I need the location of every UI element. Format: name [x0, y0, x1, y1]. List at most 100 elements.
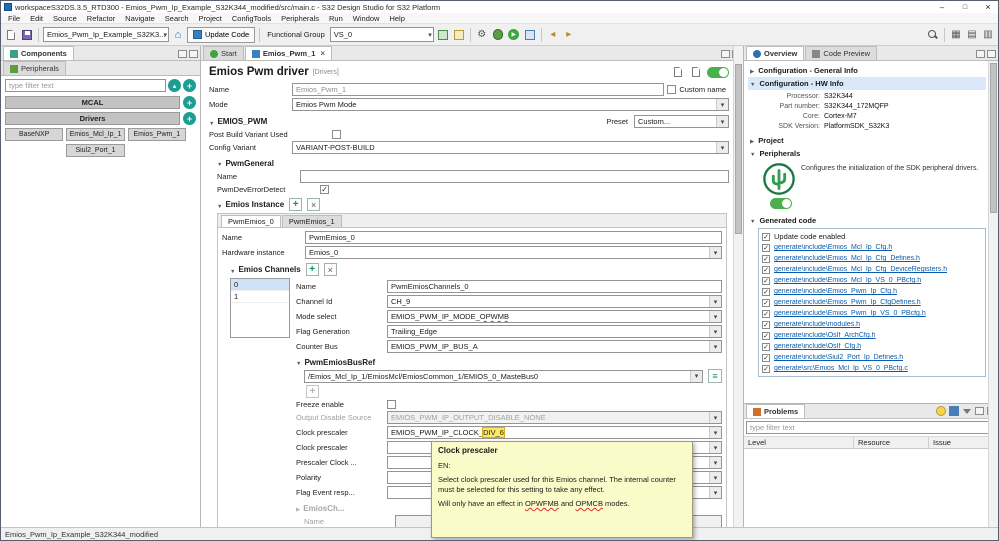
forward-icon[interactable]	[562, 28, 576, 42]
column-level[interactable]: Level	[744, 437, 854, 448]
close-button[interactable]	[978, 1, 998, 13]
menu-file[interactable]: File	[3, 14, 25, 23]
preset-combo[interactable]: Custom...	[634, 115, 729, 128]
update-code-enabled-checkbox[interactable]	[762, 232, 770, 241]
emios-instance-twisty-icon[interactable]	[217, 200, 222, 210]
general-info-twisty-icon[interactable]	[750, 66, 754, 75]
functional-group-combo[interactable]: VS_0	[329, 27, 434, 42]
menu-refactor[interactable]: Refactor	[82, 14, 120, 23]
add-group-icon[interactable]	[436, 28, 450, 42]
tab-code-preview[interactable]: Code Preview	[805, 46, 878, 60]
emios-channels-twisty-icon[interactable]	[230, 265, 235, 275]
editor-scrollbar[interactable]	[733, 46, 743, 527]
perspective-config-icon[interactable]	[949, 28, 963, 42]
file-checkbox[interactable]	[762, 331, 770, 340]
file-checkbox[interactable]	[762, 353, 770, 362]
tab-emios-pwm-1[interactable]: Emios_Pwm_1	[244, 46, 333, 60]
file-checkbox[interactable]	[762, 320, 770, 329]
overview-scrollbar[interactable]	[988, 61, 998, 527]
file-checkbox[interactable]	[762, 265, 770, 274]
project-twisty-icon[interactable]	[750, 136, 754, 145]
menu-project[interactable]: Project	[194, 14, 227, 23]
generated-file-link[interactable]: generate\include\Emios_Pwm_Ip_VS_0_PBcfg…	[774, 310, 926, 317]
add-driver-button[interactable]	[183, 112, 196, 125]
add-busref-button[interactable]	[306, 385, 319, 398]
add-instance-button[interactable]	[289, 198, 303, 211]
add-mcal-button[interactable]	[183, 96, 196, 109]
run-icon[interactable]	[507, 28, 521, 42]
flag-generation-combo[interactable]: Trailing_Edge	[387, 325, 722, 338]
hardware-instance-combo[interactable]: Emios_0	[305, 246, 722, 259]
peripherals-twisty-icon[interactable]	[750, 149, 755, 158]
components-filter-input[interactable]	[5, 79, 166, 92]
add-component-button[interactable]	[183, 79, 196, 92]
file-checkbox[interactable]	[762, 243, 770, 252]
menu-help[interactable]: Help	[384, 14, 409, 23]
generated-file-link[interactable]: generate\src\Emios_Mcl_Ip_VS_0_PBcfg.c	[774, 365, 908, 372]
file-checkbox[interactable]	[762, 254, 770, 263]
tree-peripherals[interactable]: Peripherals	[748, 147, 986, 160]
generated-file-link[interactable]: generate\include\OsIf_ArchCfg.h	[774, 332, 876, 339]
component-basenxp[interactable]: BaseNXP	[5, 128, 64, 141]
tab-components[interactable]: Components	[3, 46, 74, 60]
generated-file-link[interactable]: generate\include\Emios_Pwm_Ip_CfgDefines…	[774, 299, 921, 306]
new-file-icon[interactable]	[4, 28, 18, 42]
minimize-problems-icon[interactable]	[975, 407, 984, 415]
custom-name-checkbox[interactable]	[667, 85, 677, 94]
remove-channel-button[interactable]	[323, 263, 337, 276]
menu-search[interactable]: Search	[160, 14, 194, 23]
menu-configtools[interactable]: ConfigTools	[227, 14, 276, 23]
minimize-button[interactable]	[932, 1, 952, 13]
generated-file-link[interactable]: generate\include\Emios_Mcl_Ip_Cfg_Device…	[774, 266, 947, 273]
component-emios-mcl-ip-1[interactable]: Emios_Mcl_Ip_1	[66, 128, 125, 141]
config-variant-combo[interactable]: VARIANT-POST-BUILD	[292, 141, 729, 154]
generated-file-link[interactable]: generate\include\Siul2_Port_Ip_Defines.h	[774, 354, 903, 361]
file-checkbox[interactable]	[762, 309, 770, 318]
menu-source[interactable]: Source	[48, 14, 82, 23]
peripheral-enabled-toggle[interactable]	[707, 66, 729, 78]
lightbulb-icon[interactable]	[936, 406, 946, 416]
dev-error-checkbox[interactable]	[320, 185, 329, 194]
menu-window[interactable]: Window	[348, 14, 385, 23]
perspective-debug-icon[interactable]	[981, 28, 995, 42]
pwm-general-twisty-icon[interactable]	[217, 158, 222, 168]
filter-icon[interactable]	[962, 406, 972, 416]
name-input[interactable]	[292, 83, 665, 96]
maximize-button[interactable]	[955, 1, 975, 13]
generated-code-twisty-icon[interactable]	[750, 216, 755, 225]
file-checkbox[interactable]	[762, 342, 770, 351]
hw-info-twisty-icon[interactable]	[750, 79, 755, 88]
clock-prescaler-combo[interactable]: EMIOS_PWM_IP_CLOCK_ DIV_6	[387, 426, 722, 439]
problems-filter-input[interactable]	[746, 421, 996, 434]
tree-project[interactable]: Project	[748, 134, 986, 147]
file-checkbox[interactable]	[762, 276, 770, 285]
peripherals-enabled-toggle[interactable]	[770, 198, 792, 209]
channel-id-combo[interactable]: CH_9	[387, 295, 722, 308]
editor-scrollbar-thumb[interactable]	[735, 64, 742, 234]
maximize-view-icon[interactable]	[189, 50, 198, 58]
channel-name-input[interactable]	[387, 280, 722, 293]
file-checkbox[interactable]	[762, 364, 770, 373]
file-checkbox[interactable]	[762, 287, 770, 296]
maximize-overview-icon[interactable]	[987, 50, 996, 58]
generated-file-link[interactable]: generate\include\Emios_Mcl_Ip_VS_0_PBcfg…	[774, 277, 921, 284]
emios-pwm-twisty-icon[interactable]	[209, 117, 214, 127]
mode-select-combo[interactable]: EMIOS_PWM_IP_MODE_ OPWMB	[387, 310, 722, 323]
tools-icon[interactable]	[523, 28, 537, 42]
save-icon[interactable]	[20, 28, 34, 42]
drivers-group-header[interactable]: Drivers	[5, 112, 180, 125]
file-checkbox[interactable]	[762, 298, 770, 307]
tab-pwmemios-1[interactable]: PwmEmios_1	[281, 215, 342, 227]
remove-instance-button[interactable]	[307, 198, 321, 211]
menu-navigate[interactable]: Navigate	[120, 14, 160, 23]
mcal-group-header[interactable]: MCAL	[5, 96, 180, 109]
generated-file-link[interactable]: generate\include\Emios_Mcl_Ip_Cfg.h	[774, 244, 892, 251]
close-tab-icon[interactable]	[318, 49, 325, 58]
perspective-cpp-icon[interactable]	[965, 28, 979, 42]
remove-group-icon[interactable]	[452, 28, 466, 42]
tree-generated-code[interactable]: Generated code	[748, 214, 986, 227]
debug-icon[interactable]	[491, 28, 505, 42]
menu-edit[interactable]: Edit	[25, 14, 48, 23]
menu-run[interactable]: Run	[324, 14, 348, 23]
component-emios-pwm-1[interactable]: Emios_Pwm_1	[127, 128, 186, 141]
